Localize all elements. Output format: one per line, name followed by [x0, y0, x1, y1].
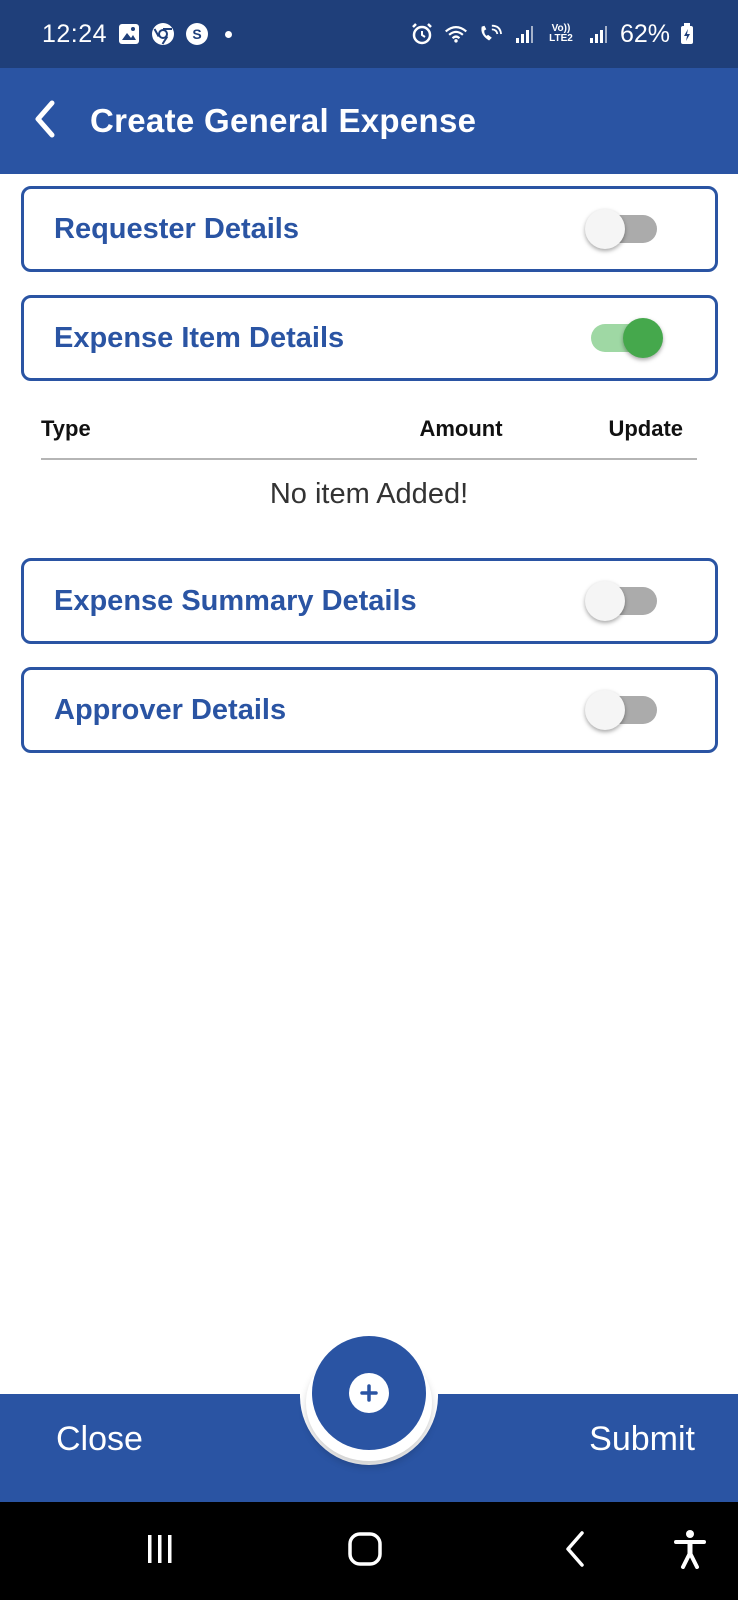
- column-header-type: Type: [41, 416, 91, 441]
- expense-summary-details-toggle[interactable]: [585, 581, 663, 621]
- section-requester-details[interactable]: Requester Details: [21, 186, 718, 272]
- toggle-thumb: [585, 581, 625, 621]
- notification-dot-icon: [225, 30, 233, 38]
- toggle-thumb: [585, 690, 625, 730]
- battery-percentage: 62%: [619, 19, 670, 48]
- status-right: Vo)) LTE2 62%: [410, 20, 694, 49]
- close-button[interactable]: Close: [56, 1420, 143, 1459]
- system-nav-bar: [0, 1502, 738, 1600]
- recents-icon: [144, 1533, 176, 1570]
- status-bar: 12:24 S Vo)) LTE2 62%: [0, 0, 738, 68]
- chrome-icon: [151, 22, 175, 46]
- status-left: 12:24 S: [42, 19, 233, 49]
- section-label: Approver Details: [54, 693, 287, 726]
- signal-icon: [512, 22, 536, 46]
- page-title: Create General Expense: [90, 102, 477, 139]
- toggle-thumb: [585, 209, 625, 249]
- add-item-fab[interactable]: [312, 1336, 426, 1450]
- section-label: Expense Item Details: [54, 321, 345, 354]
- section-expense-item-details[interactable]: Expense Item Details: [21, 295, 718, 381]
- lte-indicator: Vo)) LTE2: [549, 23, 573, 44]
- section-label: Expense Summary Details: [54, 584, 417, 617]
- accessibility-button[interactable]: [660, 1502, 720, 1600]
- wifi-icon: [444, 22, 468, 46]
- svg-text:S: S: [192, 26, 201, 42]
- accessibility-icon: [674, 1529, 706, 1574]
- section-label: Requester Details: [54, 212, 299, 245]
- column-header-update: Update: [608, 416, 683, 441]
- expense-items-table: Type Amount Update No item Added!: [41, 400, 697, 511]
- requester-details-toggle[interactable]: [585, 209, 663, 249]
- gallery-icon: [117, 22, 141, 46]
- empty-items-message: No item Added!: [269, 478, 469, 510]
- app-header: Create General Expense: [0, 68, 738, 174]
- submit-button[interactable]: Submit: [589, 1420, 695, 1459]
- battery-icon: [680, 22, 694, 46]
- chevron-left-icon: [32, 99, 58, 144]
- wifi-calling-icon: [478, 22, 502, 46]
- back-button[interactable]: [0, 68, 90, 174]
- signal-icon: [586, 22, 610, 46]
- system-back-button[interactable]: [545, 1502, 605, 1600]
- section-approver-details[interactable]: Approver Details: [21, 667, 718, 753]
- table-header: Type Amount Update: [41, 400, 697, 460]
- s-app-icon: S: [185, 22, 209, 46]
- recents-button[interactable]: [130, 1502, 190, 1600]
- toggle-thumb: [623, 318, 663, 358]
- section-expense-summary-details[interactable]: Expense Summary Details: [21, 558, 718, 644]
- status-time: 12:24: [42, 19, 108, 48]
- expense-item-details-toggle[interactable]: [585, 318, 663, 358]
- alarm-icon: [410, 22, 434, 46]
- home-button[interactable]: [335, 1502, 395, 1600]
- column-header-amount: Amount: [419, 416, 503, 441]
- back-icon: [562, 1529, 588, 1574]
- plus-icon: [349, 1373, 389, 1413]
- approver-details-toggle[interactable]: [585, 690, 663, 730]
- home-icon: [347, 1531, 383, 1572]
